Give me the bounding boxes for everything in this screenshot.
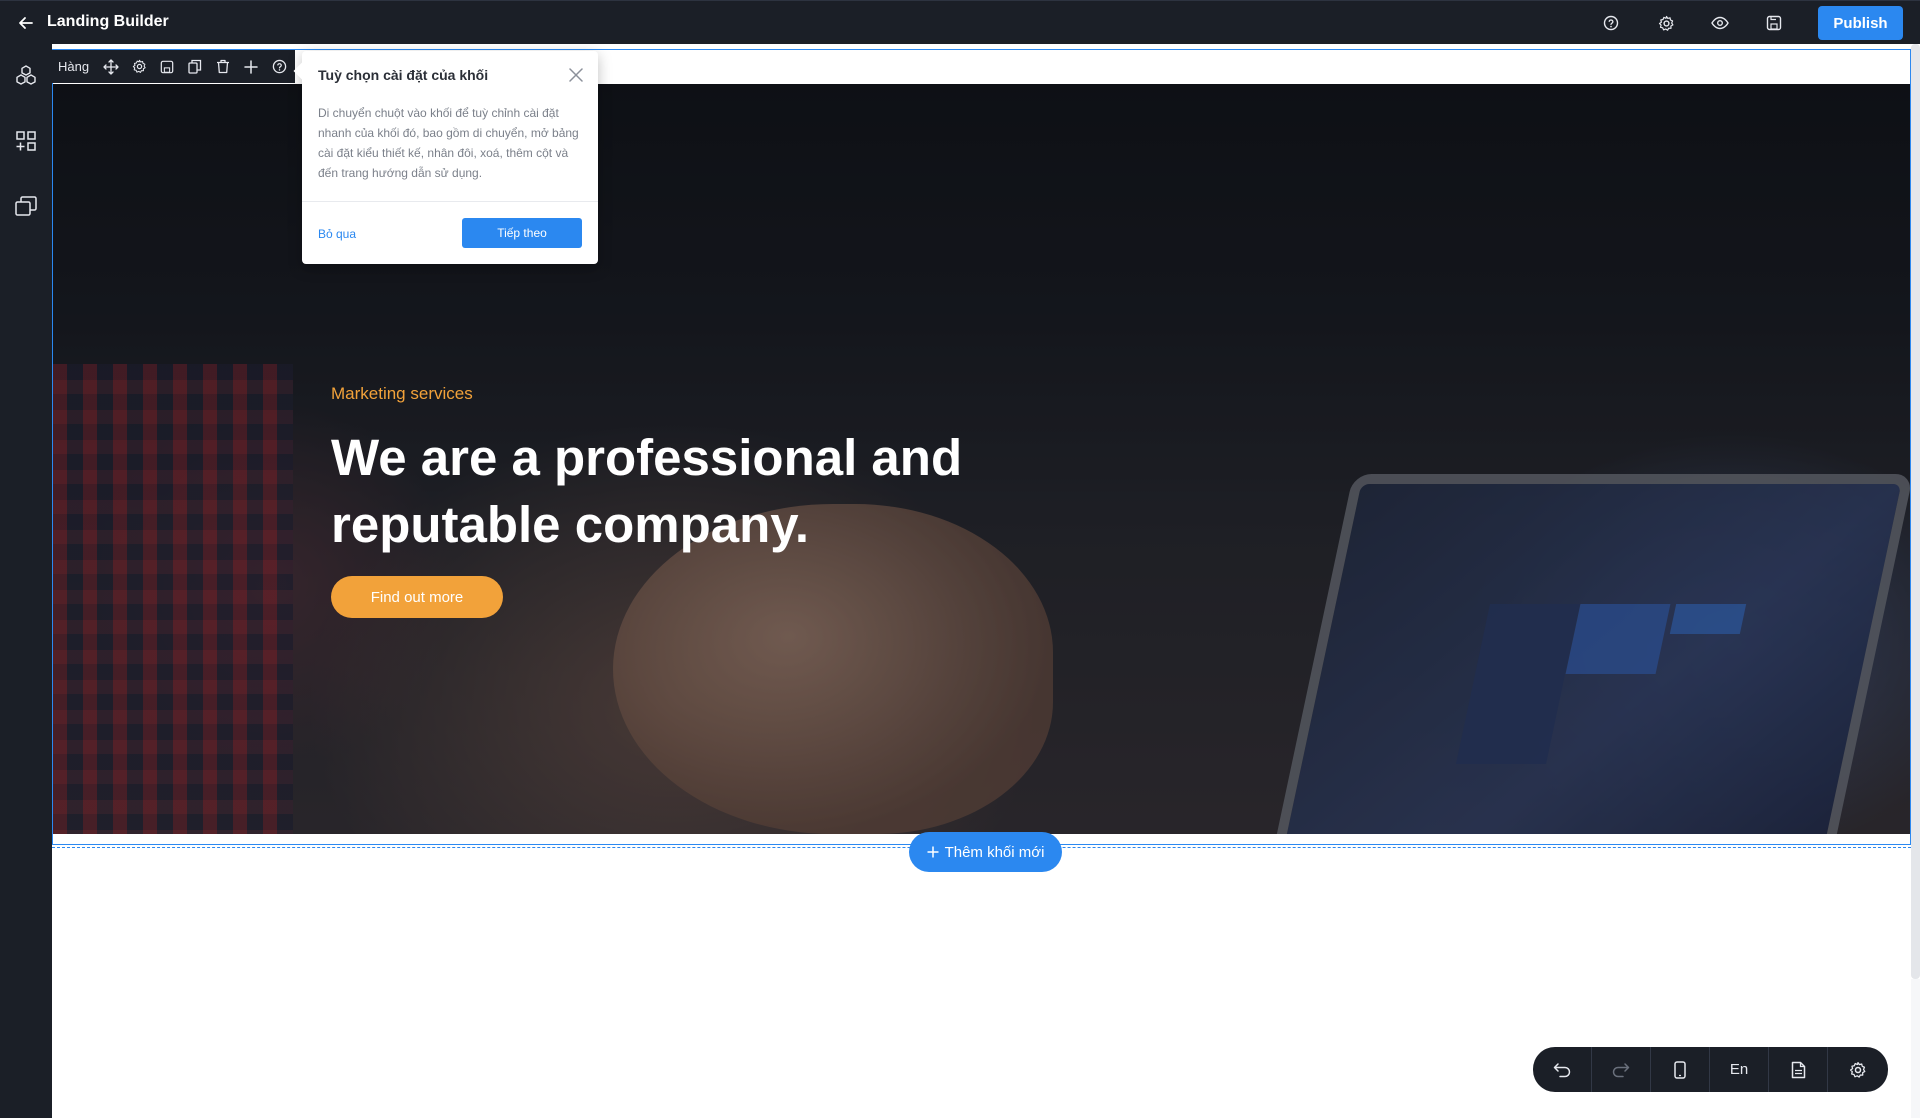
save-icon[interactable] <box>153 53 181 81</box>
skip-link[interactable]: Bỏ qua <box>318 227 356 241</box>
add-block-label: Thêm khối mới <box>944 843 1045 861</box>
settings-icon[interactable] <box>125 53 153 81</box>
block-settings-tour-popover: Tuỳ chọn cài đặt của khối Di chuyển chuộ… <box>293 51 598 264</box>
move-icon[interactable] <box>97 53 125 81</box>
preview-eye-icon[interactable] <box>1708 11 1732 35</box>
add-widget-icon[interactable] <box>13 128 39 154</box>
settings-icon[interactable] <box>1828 1047 1887 1092</box>
settings-icon[interactable] <box>1654 11 1678 35</box>
publish-button[interactable]: Publish <box>1818 6 1903 40</box>
left-rail <box>0 44 52 1118</box>
row-toolbar: Hàng <box>52 50 296 83</box>
builder-canvas: Marketing services We are a professional… <box>52 44 1920 1118</box>
delete-icon[interactable] <box>209 53 237 81</box>
row-label: Hàng <box>58 59 90 74</box>
close-icon[interactable] <box>567 66 585 84</box>
blocks-icon[interactable] <box>13 62 39 88</box>
back-arrow-icon[interactable] <box>14 11 38 35</box>
next-button[interactable]: Tiếp theo <box>462 218 582 248</box>
help-icon[interactable] <box>265 53 293 81</box>
popover-title: Tuỳ chọn cài đặt của khối <box>318 67 489 83</box>
save-icon[interactable] <box>1762 11 1786 35</box>
language-switch[interactable]: En <box>1710 1047 1769 1092</box>
add-icon[interactable] <box>237 53 265 81</box>
page-icon[interactable] <box>1769 1047 1828 1092</box>
top-bar: Landing Builder Publish <box>0 0 1920 44</box>
add-block-button[interactable]: Thêm khối mới <box>909 832 1062 872</box>
mobile-view-icon[interactable] <box>1651 1047 1710 1092</box>
canvas-scrollbar-track[interactable] <box>1911 979 1920 1118</box>
app-title: Landing Builder <box>47 13 169 30</box>
popover-description: Di chuyển chuột vào khối để tuỳ chỉnh cà… <box>318 106 579 180</box>
bottom-toolbar: En <box>1533 1047 1888 1092</box>
pages-icon[interactable] <box>13 193 39 219</box>
canvas-scrollbar-thumb[interactable] <box>1911 44 1920 979</box>
popover-divider <box>302 201 598 202</box>
undo-icon[interactable] <box>1533 1047 1592 1092</box>
duplicate-icon[interactable] <box>181 53 209 81</box>
redo-icon[interactable] <box>1592 1047 1651 1092</box>
help-icon[interactable] <box>1599 11 1623 35</box>
add-icon <box>927 846 939 858</box>
